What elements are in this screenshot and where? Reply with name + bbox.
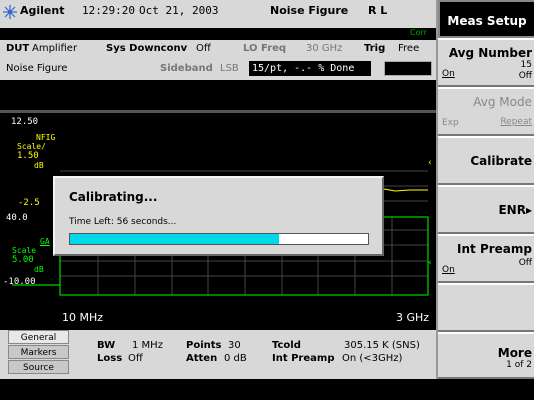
more-label: More xyxy=(497,346,532,360)
int-preamp-on: On xyxy=(442,265,455,275)
dialog-title: Calibrating... xyxy=(69,190,158,204)
loss-value: Off xyxy=(128,353,143,364)
progress-status: 15/pt, -.- % Done xyxy=(249,61,371,76)
avg-mode-exp: Exp xyxy=(442,118,459,128)
more-page: 1 of 2 xyxy=(506,360,532,370)
int-preamp-softkey-label: Int Preamp xyxy=(457,242,532,256)
calibrate-softkey[interactable]: Calibrate xyxy=(438,136,534,185)
avg-number-value: 15 xyxy=(520,60,532,70)
agilent-logo-icon xyxy=(3,5,17,19)
atten-label: Atten xyxy=(186,353,218,364)
avg-mode-softkey[interactable]: Avg Mode Exp Repeat xyxy=(438,87,534,136)
calibrating-dialog: Calibrating... Time Left: 56 seconds... xyxy=(53,176,384,256)
more-softkey[interactable]: More 1 of 2 xyxy=(438,332,534,379)
softkey-menu-title: Meas Setup xyxy=(438,0,534,38)
enr-softkey[interactable]: ENR▸ xyxy=(438,185,534,234)
info-tabs: General Markers Source xyxy=(8,330,69,375)
ga-ref-marker: ‹ xyxy=(428,258,432,268)
atten-value: 0 dB xyxy=(224,353,247,364)
status-box xyxy=(384,61,432,76)
ga-scale-label: Scale xyxy=(12,246,37,255)
tcold-label: Tcold xyxy=(272,340,301,351)
lo-freq-label: LO Freq xyxy=(243,43,287,54)
dut-value: Amplifier xyxy=(32,43,78,54)
int-preamp-value: On (<3GHz) xyxy=(342,353,403,364)
tcold-value: 305.15 K (SNS) xyxy=(344,340,420,351)
ga-unit: dB xyxy=(34,265,44,274)
nfig-scale-value: 1.50 xyxy=(17,151,39,161)
measurement-name: Noise Figure xyxy=(6,63,68,74)
stop-frequency: 3 GHz xyxy=(396,311,430,324)
nfig-unit: dB xyxy=(34,161,44,170)
tab-markers[interactable]: Markers xyxy=(8,345,69,359)
calibration-progress-fill xyxy=(70,234,279,244)
bw-value: 1 MHz xyxy=(132,340,163,351)
mode-title: Noise Figure xyxy=(270,4,349,17)
lo-freq-value: 30 GHz xyxy=(306,43,343,54)
points-label: Points xyxy=(186,340,222,351)
message-bar xyxy=(0,80,436,110)
corr-strip xyxy=(0,28,436,40)
ga-scale-value: 5.00 xyxy=(12,255,34,265)
corr-indicator: Corr xyxy=(410,28,427,37)
nfig-bottom-value: -2.5 xyxy=(18,198,40,208)
nfig-top-value: 12.50 xyxy=(11,117,39,127)
calibrate-label: Calibrate xyxy=(470,154,532,168)
nfig-trace-label: NFIG xyxy=(36,133,56,142)
clock-time: 12:29:20 xyxy=(82,4,135,17)
bottom-ref-value: -10.00 xyxy=(3,277,36,287)
points-value: 30 xyxy=(228,340,241,351)
status-bar xyxy=(0,379,534,400)
bw-label: BW xyxy=(97,340,116,351)
dialog-message: Time Left: 56 seconds... xyxy=(69,217,177,227)
trig-value: Free xyxy=(398,43,420,54)
avg-mode-repeat: Repeat xyxy=(500,117,532,127)
tab-general[interactable]: General xyxy=(8,330,69,344)
top-status-bar: Agilent 12:29:20 Oct 21, 2003 Noise Figu… xyxy=(0,0,436,28)
softkey-panel: Meas Setup Avg Number 15 On Off Avg Mode… xyxy=(436,0,534,379)
start-frequency: 10 MHz xyxy=(62,311,104,324)
avg-number-off: Off xyxy=(518,71,532,81)
nfig-trace xyxy=(383,188,428,192)
sys-downconv-value: Off xyxy=(196,43,211,54)
nfig-scale-label: Scale/ xyxy=(17,142,46,151)
ga-trace-label: GA xyxy=(40,237,50,246)
remote-local-indicator: R L xyxy=(368,4,388,17)
tab-source[interactable]: Source xyxy=(8,360,69,374)
clock-date: Oct 21, 2003 xyxy=(139,4,219,17)
avg-number-label: Avg Number xyxy=(448,46,532,60)
trig-label: Trig xyxy=(364,43,386,54)
nfig-ref-marker: ‹ xyxy=(428,158,432,168)
int-preamp-label: Int Preamp xyxy=(272,353,335,364)
enr-label: ENR▸ xyxy=(498,203,532,217)
dut-label: DUT xyxy=(6,43,30,54)
blank-softkey[interactable] xyxy=(438,283,534,332)
sys-downconv-label: Sys Downconv xyxy=(106,43,188,54)
brand-name: Agilent xyxy=(20,4,65,17)
int-preamp-softkey[interactable]: Int Preamp On Off xyxy=(438,234,534,283)
avg-number-on: On xyxy=(442,69,455,79)
avg-mode-label: Avg Mode xyxy=(473,95,532,109)
calibration-progress-bar xyxy=(69,233,369,245)
sideband-label: Sideband xyxy=(160,63,213,74)
int-preamp-off: Off xyxy=(518,258,532,268)
ga-top-value: 40.0 xyxy=(6,213,28,223)
loss-label: Loss xyxy=(97,353,123,364)
sideband-value: LSB xyxy=(220,63,239,74)
avg-number-softkey[interactable]: Avg Number 15 On Off xyxy=(438,38,534,87)
